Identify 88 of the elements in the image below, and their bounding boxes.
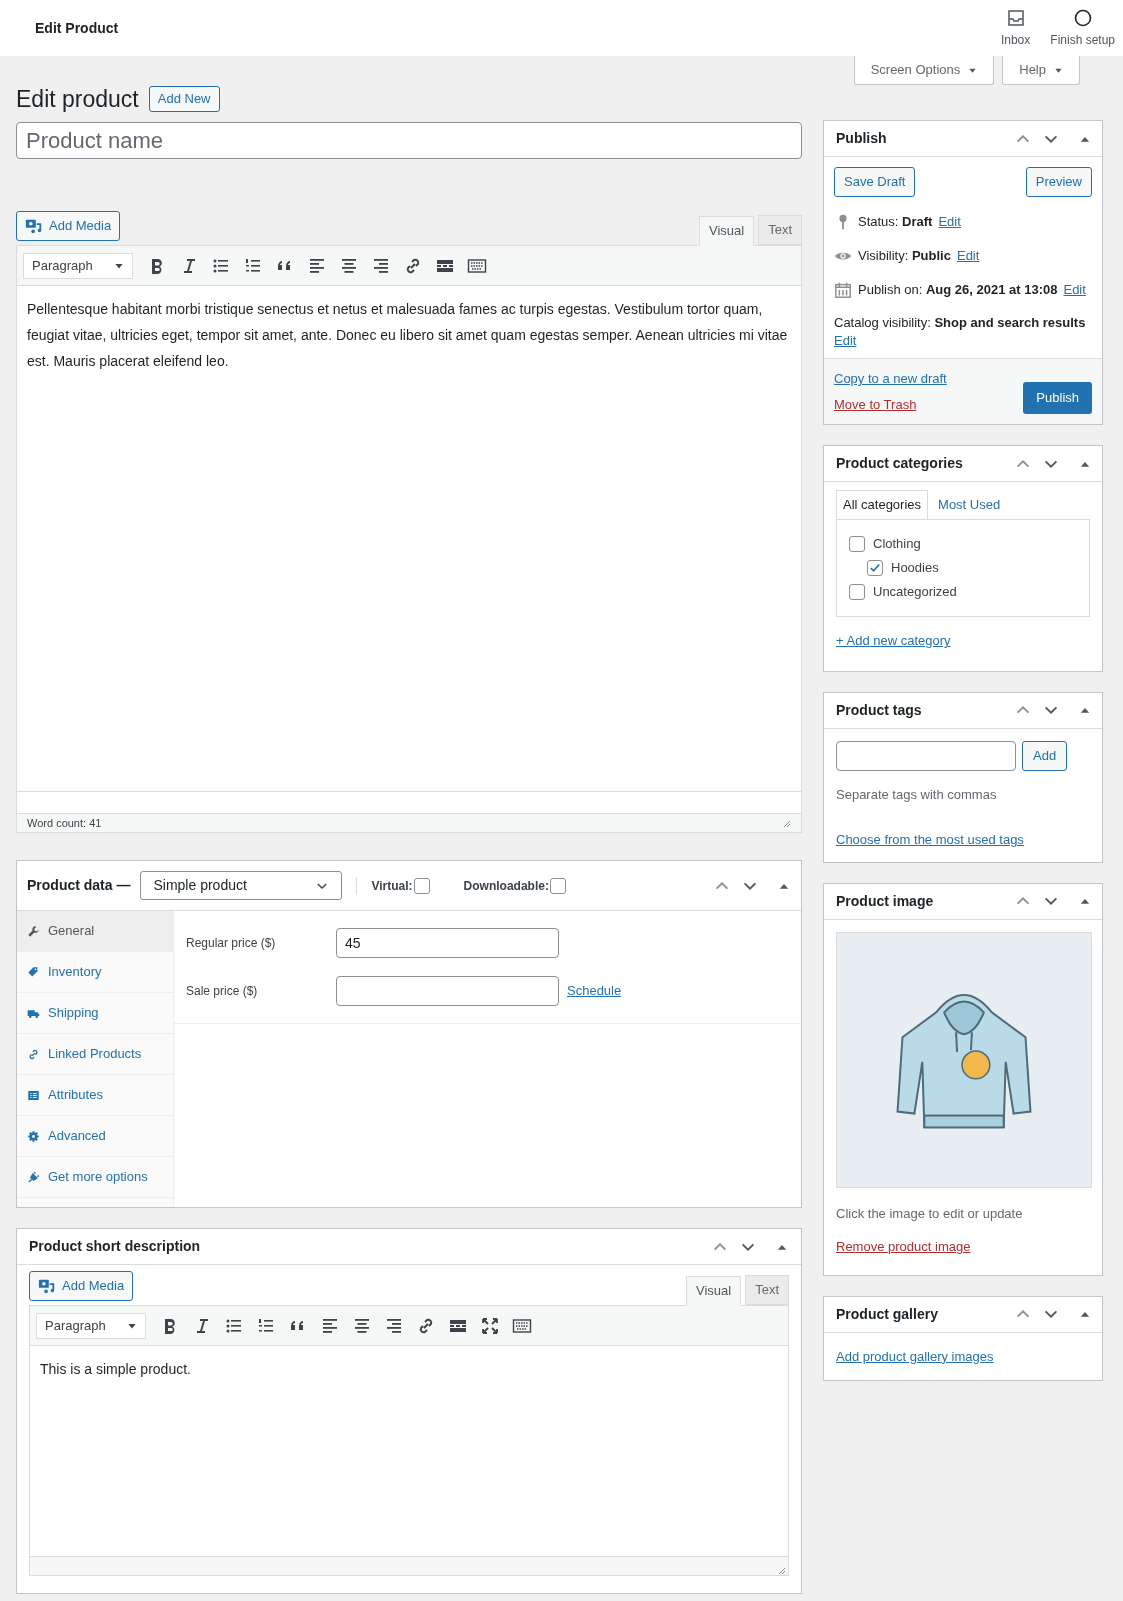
editor-tab[interactable]: Text bbox=[745, 1275, 789, 1305]
remove-image-link[interactable]: Remove product image bbox=[836, 1239, 971, 1254]
category-label: Clothing bbox=[873, 535, 921, 554]
page-heading: Edit product bbox=[16, 84, 139, 114]
checkbox[interactable] bbox=[549, 877, 566, 894]
panel-title: Publish bbox=[836, 129, 887, 148]
panel-title: Product image bbox=[836, 891, 934, 911]
top-bar-button[interactable]: Inbox bbox=[998, 7, 1033, 49]
panel-title: Product data — bbox=[27, 876, 131, 895]
resize-handle-icon[interactable] bbox=[776, 1565, 786, 1575]
category-label: Hoodies bbox=[891, 559, 939, 578]
option-label: Virtual: bbox=[371, 877, 413, 895]
add-media-button[interactable]: Add Media bbox=[29, 1271, 134, 1301]
image-hint: Click the image to edit or update bbox=[836, 1204, 1024, 1223]
save-draft-button[interactable]: Save Draft bbox=[834, 167, 916, 197]
wrench-icon bbox=[27, 924, 40, 938]
checkbox[interactable] bbox=[849, 536, 865, 552]
category-tab[interactable]: Most Used bbox=[928, 490, 1011, 519]
checkbox[interactable] bbox=[849, 584, 865, 600]
format-dropdown[interactable]: Paragraph bbox=[36, 1312, 146, 1339]
product-type-dropdown[interactable]: Simple product bbox=[140, 871, 343, 900]
product-data-tab[interactable]: Get more options bbox=[17, 1157, 173, 1198]
link-icon bbox=[27, 1047, 40, 1061]
edit-link[interactable]: Edit bbox=[834, 333, 857, 348]
trash-link[interactable]: Move to Trash bbox=[834, 394, 947, 414]
top-bar-button[interactable]: Finish setup bbox=[1048, 7, 1117, 49]
tag-icon bbox=[27, 965, 40, 979]
product-data-tab[interactable]: Linked Products bbox=[17, 1034, 173, 1075]
edit-link[interactable]: Edit bbox=[938, 212, 961, 232]
fullscreen-icon[interactable] bbox=[480, 1315, 500, 1336]
word-count: Word count: 41 bbox=[27, 815, 102, 831]
plug-icon bbox=[27, 1170, 40, 1184]
most-used-tags-link[interactable]: Choose from the most used tags bbox=[836, 832, 1024, 847]
calendar-icon bbox=[834, 281, 852, 299]
editor-text: This is a simple product. bbox=[40, 1360, 192, 1379]
checkbox[interactable] bbox=[867, 560, 883, 576]
product-data-tab[interactable]: Shipping bbox=[17, 993, 173, 1034]
panel-title: Product categories bbox=[836, 454, 963, 473]
publish-info: Publish on: Aug 26, 2021 at 13:08 bbox=[858, 281, 1058, 300]
circle-icon bbox=[1072, 7, 1093, 28]
add-category-link[interactable]: + Add new category bbox=[836, 633, 951, 648]
price-field[interactable] bbox=[336, 976, 559, 1006]
media-icon bbox=[25, 217, 43, 235]
product-data-tab[interactable]: General bbox=[17, 911, 173, 952]
format-dropdown[interactable]: Paragraph bbox=[23, 252, 133, 279]
product-data-tab[interactable]: Inventory bbox=[17, 952, 173, 993]
edit-link[interactable]: Edit bbox=[1063, 280, 1086, 300]
copy-draft-link[interactable]: Copy to a new draft bbox=[834, 369, 947, 389]
resize-handle-icon[interactable] bbox=[781, 818, 791, 828]
screen-options-button[interactable]: Help bbox=[1002, 56, 1080, 85]
panel-title: Product gallery bbox=[836, 1304, 938, 1324]
add-new-button[interactable]: Add New bbox=[148, 86, 220, 112]
page-title: Edit Product bbox=[35, 18, 119, 38]
edit-link[interactable]: Edit bbox=[956, 246, 980, 266]
product-data-tab[interactable]: Attributes bbox=[17, 1075, 173, 1116]
publish-info: Status: Draft bbox=[858, 213, 933, 232]
check-icon bbox=[868, 561, 882, 575]
preview-button[interactable]: Preview bbox=[1025, 167, 1092, 197]
gear-icon bbox=[27, 1129, 40, 1143]
product-data-tab[interactable]: Advanced bbox=[17, 1116, 173, 1157]
list-icon bbox=[27, 1088, 40, 1102]
inbox-icon bbox=[1005, 7, 1026, 28]
field-label: Regular price ($) bbox=[186, 935, 277, 952]
option-label: Downloadable: bbox=[463, 877, 549, 895]
editor-text: Pellentesque habitant morbi tristique senectus et netus et malesuada fames ac turpis egestas. Vestibulum tortor quam, feugiat vitae, ultricies eget, tempor sit amet, ante. Donec eu libero sit amet quam egestas semper. Aenean ultricies mi vitae est. Mauris placerat eleifend leo. bbox=[27, 300, 789, 371]
editor-tab[interactable]: Text bbox=[758, 215, 802, 245]
tag-input-field[interactable] bbox=[836, 740, 1016, 771]
add-gallery-link[interactable]: Add product gallery images bbox=[836, 1348, 994, 1364]
text-editor[interactable]: Paragraph This is a simple product. bbox=[29, 1305, 789, 1576]
product-name-field[interactable]: Product name bbox=[16, 122, 802, 159]
add-media-button[interactable]: Add Media bbox=[16, 211, 121, 241]
media-icon bbox=[38, 1277, 56, 1295]
editor-tab[interactable]: Visual bbox=[685, 1276, 742, 1306]
add-tag-button[interactable]: Add bbox=[1022, 740, 1068, 771]
category-label: Uncategorized bbox=[873, 583, 957, 602]
panel-title: Product tags bbox=[836, 700, 922, 720]
category-tab[interactable]: All categories bbox=[836, 490, 929, 519]
editor-tab[interactable]: Visual bbox=[698, 216, 755, 246]
checkbox[interactable] bbox=[413, 877, 430, 894]
panel-title: Product short description bbox=[29, 1237, 201, 1256]
publish-button[interactable]: Publish bbox=[1023, 382, 1092, 414]
tags-hint: Separate tags with commas bbox=[836, 785, 998, 804]
catalog-visibility: Catalog visibility: Shop and search results bbox=[834, 315, 1086, 330]
field-label: Sale price ($) bbox=[186, 983, 259, 1000]
screen-options-button[interactable]: Screen Options bbox=[853, 56, 995, 85]
schedule-link[interactable]: Schedule bbox=[567, 981, 622, 1001]
price-field[interactable]: 45 bbox=[336, 928, 559, 958]
publish-info: Visibility: Public bbox=[858, 247, 951, 266]
